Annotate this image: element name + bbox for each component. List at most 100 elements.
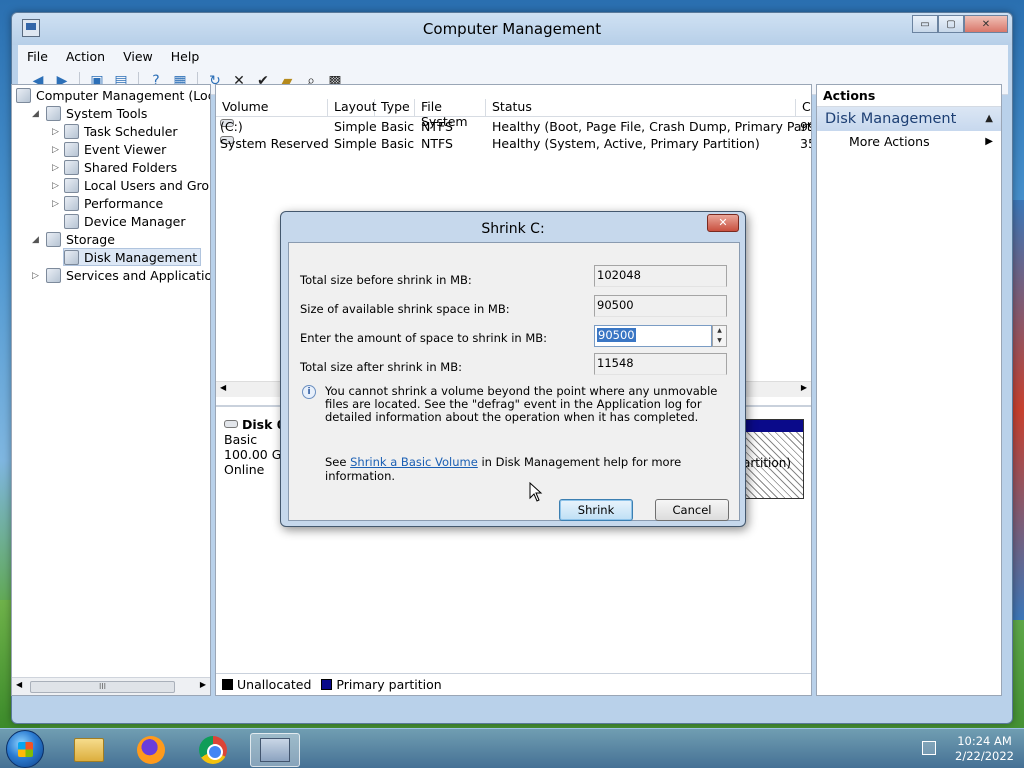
shrink-dialog: Shrink C: ✕ Total size before shrink in … (280, 211, 746, 527)
column-status[interactable]: Status (486, 99, 796, 117)
submenu-arrow-icon: ▶ (985, 136, 993, 147)
shrink-amount-value: 90500 (597, 328, 636, 342)
collapse-arrow-icon[interactable]: ◢ (32, 109, 39, 119)
column-layout[interactable]: Layout (328, 99, 377, 117)
start-button[interactable] (6, 730, 44, 768)
tools-icon (46, 106, 61, 121)
dialog-body: Total size before shrink in MB: 102048 S… (288, 242, 740, 521)
firefox-icon (137, 736, 165, 764)
spin-up-icon[interactable]: ▲ (713, 326, 726, 336)
tree-item-device-manager[interactable]: Device Manager (64, 213, 186, 231)
tree-item-shared-folders[interactable]: Shared Folders (64, 159, 177, 177)
taskbar-file-explorer[interactable] (64, 733, 114, 767)
close-button[interactable]: ✕ (964, 15, 1008, 33)
scroll-left-icon[interactable]: ◀ (220, 383, 226, 392)
dialog-title: Shrink C: (481, 221, 545, 237)
shrink-basic-volume-link[interactable]: Shrink a Basic Volume (350, 455, 478, 469)
taskbar-computer-management[interactable] (250, 733, 300, 767)
clock-date: 2/22/2022 (955, 749, 1014, 763)
shared-folder-icon (64, 160, 79, 175)
tree-item-system-tools[interactable]: System Tools (46, 105, 147, 123)
scroll-right-icon[interactable]: ▶ (200, 680, 206, 689)
expand-arrow-icon[interactable]: ▷ (52, 199, 59, 209)
title-bar[interactable]: Computer Management ▭ ▢ ✕ (12, 13, 1012, 45)
layout-cell: Simple (334, 119, 377, 134)
shrink-amount-spinner[interactable]: ▲ ▼ (712, 325, 727, 347)
actions-section-label: Disk Management (825, 111, 957, 127)
partition-header (743, 420, 803, 432)
scroll-right-icon[interactable]: ▶ (801, 383, 807, 392)
menu-view[interactable]: View (114, 49, 162, 64)
more-actions-item[interactable]: More Actions ▶ (817, 131, 1001, 153)
taskbar-chrome[interactable] (188, 733, 238, 767)
expand-arrow-icon[interactable]: ▷ (32, 271, 39, 281)
shrink-amount-label: Enter the amount of space to shrink in M… (300, 331, 548, 345)
expand-arrow-icon[interactable]: ▷ (52, 127, 59, 137)
capacity-cell: 35 (800, 136, 811, 151)
tree-item-label: Device Manager (84, 214, 186, 229)
performance-icon (64, 196, 79, 211)
expand-arrow-icon[interactable]: ▷ (52, 145, 59, 155)
tree-item-storage[interactable]: Storage (46, 231, 115, 249)
clock[interactable]: 10:24 AM 2/22/2022 (955, 734, 1014, 764)
total-after-value: 11548 (594, 353, 727, 375)
volume-column-header: Volume Layout Type File System Status C (216, 97, 811, 129)
file-system-cell: NTFS (421, 119, 453, 134)
expand-arrow-icon[interactable]: ▷ (52, 163, 59, 173)
column-file-system[interactable]: File System (415, 99, 486, 129)
type-cell: Basic (381, 119, 415, 134)
menu-help[interactable]: Help (162, 49, 209, 64)
tree-item-task-scheduler[interactable]: Task Scheduler (64, 123, 178, 141)
available-shrink-label: Size of available shrink space in MB: (300, 302, 510, 316)
table-row[interactable]: System Reserved Simple Basic NTFS Health… (216, 136, 811, 153)
tree-item-local-users[interactable]: Local Users and Groups (64, 177, 210, 195)
scroll-thumb[interactable]: III (30, 681, 175, 693)
tree-item-disk-management[interactable]: Disk Management (63, 248, 202, 266)
spin-down-icon[interactable]: ▼ (713, 336, 726, 346)
volume-name: (C:) (220, 119, 243, 134)
expand-arrow-icon[interactable]: ▷ (52, 181, 59, 191)
users-icon (64, 178, 79, 193)
tree-item-label: Performance (84, 196, 164, 211)
window-title: Computer Management (422, 20, 602, 38)
info-icon: i (302, 385, 316, 399)
layout-cell: Simple (334, 136, 377, 151)
tree-horizontal-scrollbar[interactable]: ◀ III ▶ (12, 677, 210, 695)
menu-action[interactable]: Action (57, 49, 114, 64)
legend: Unallocated Primary partition (216, 673, 811, 695)
tree-item-services-applications[interactable]: Services and Applications (46, 267, 210, 285)
dialog-close-button[interactable]: ✕ (707, 214, 739, 232)
collapse-up-icon[interactable]: ▲ (985, 107, 993, 131)
total-before-label: Total size before shrink in MB: (300, 273, 472, 287)
tree-item-event-viewer[interactable]: Event Viewer (64, 141, 166, 159)
tree-item-label: Event Viewer (84, 142, 167, 157)
collapse-arrow-icon[interactable]: ◢ (32, 235, 39, 245)
tree-item-performance[interactable]: Performance (64, 195, 163, 213)
column-capacity[interactable]: C (796, 99, 811, 117)
minimize-button[interactable]: ▭ (912, 15, 938, 33)
tree-root[interactable]: Computer Management (Local (16, 87, 210, 105)
column-type[interactable]: Type (375, 99, 415, 117)
cancel-button[interactable]: Cancel (655, 499, 729, 521)
clock-time: 10:24 AM (957, 734, 1012, 748)
table-row[interactable]: (C:) Simple Basic NTFS Healthy (Boot, Pa… (216, 119, 811, 136)
partition-block[interactable]: artition) (742, 419, 804, 499)
menu-file[interactable]: File (18, 49, 57, 64)
shrink-amount-input[interactable]: 90500 (594, 325, 712, 347)
event-viewer-icon (64, 142, 79, 157)
disk-name: Disk 0 (242, 417, 286, 432)
shrink-info-text: You cannot shrink a volume beyond the po… (325, 384, 718, 424)
partition-hatched-area: artition) (743, 432, 803, 498)
network-icon[interactable] (922, 741, 936, 755)
actions-pane: Actions Disk Management ▲ More Actions ▶ (816, 84, 1002, 696)
scroll-left-icon[interactable]: ◀ (16, 680, 22, 689)
unallocated-swatch (222, 679, 233, 690)
maximize-button[interactable]: ▢ (938, 15, 964, 33)
available-shrink-value: 90500 (594, 295, 727, 317)
actions-section-disk-management[interactable]: Disk Management ▲ (817, 107, 1001, 131)
column-volume[interactable]: Volume (216, 99, 328, 117)
status-cell: Healthy (Boot, Page File, Crash Dump, Pr… (492, 119, 812, 134)
taskbar-firefox[interactable] (126, 733, 176, 767)
shrink-button[interactable]: Shrink (559, 499, 633, 521)
taskbar: 10:24 AM 2/22/2022 (0, 728, 1024, 768)
